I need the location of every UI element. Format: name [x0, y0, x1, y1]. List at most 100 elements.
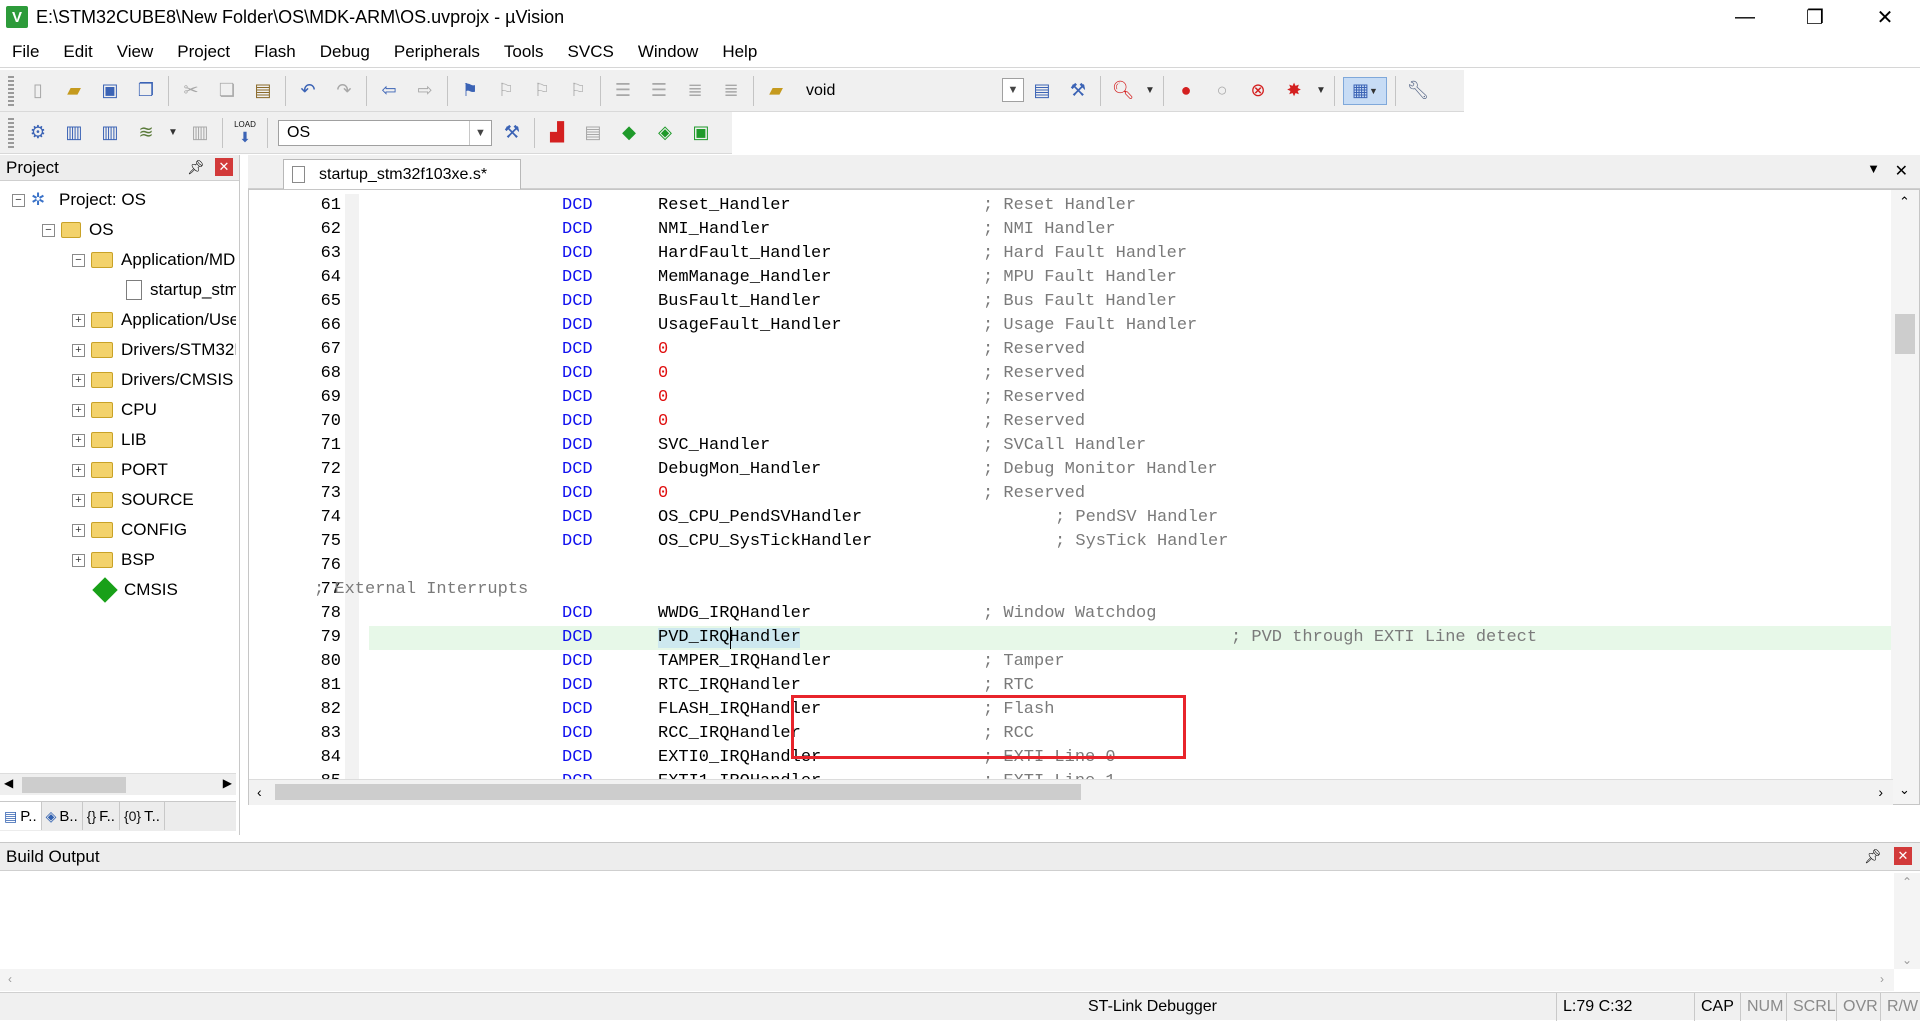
menu-edit[interactable]: Edit: [51, 42, 104, 62]
bookmark-next-icon[interactable]: ⚐: [528, 77, 556, 105]
build-vertical-scrollbar[interactable]: ⌃ ⌄: [1894, 873, 1920, 969]
scroll-left-icon[interactable]: ‹: [8, 972, 12, 986]
save-icon[interactable]: ▣: [96, 77, 124, 105]
scroll-left-icon[interactable]: ‹: [257, 784, 262, 800]
breakpoint-kill-all-icon[interactable]: ⊗: [1244, 77, 1272, 105]
scroll-left-icon[interactable]: ◀: [4, 776, 13, 790]
paste-icon[interactable]: ▤: [249, 77, 277, 105]
collapse-icon[interactable]: −: [42, 223, 55, 237]
expand-icon[interactable]: +: [72, 553, 85, 567]
scrollbar-thumb[interactable]: [275, 784, 1081, 800]
close-icon[interactable]: ✕: [1894, 847, 1912, 865]
expand-icon[interactable]: +: [72, 433, 85, 447]
tree-item-group[interactable]: + LIB: [72, 425, 147, 455]
pack-installer-icon[interactable]: ▣: [687, 119, 715, 147]
undo-icon[interactable]: ↶: [294, 77, 322, 105]
code-line[interactable]: 68 DCD 0 ; Reserved: [249, 362, 1891, 386]
minimize-button[interactable]: —: [1710, 0, 1780, 34]
tree-item-group[interactable]: + SOURCE: [72, 485, 194, 515]
navigate-forward-icon[interactable]: ⇨: [411, 77, 439, 105]
tree-item-group[interactable]: − Application/MDK-ARM: [72, 245, 236, 275]
find-in-files-icon[interactable]: ▰: [762, 77, 790, 105]
open-file-icon[interactable]: ▰: [60, 77, 88, 105]
options-for-target-icon[interactable]: ⚒: [498, 119, 526, 147]
tree-item-group[interactable]: + Drivers/CMSIS: [72, 365, 233, 395]
expand-icon[interactable]: +: [72, 493, 85, 507]
menu-flash[interactable]: Flash: [242, 42, 308, 62]
code-line[interactable]: 66 DCD UsageFault_Handler ; Usage Fault Han…: [249, 314, 1891, 338]
code-line[interactable]: 62 DCD NMI_Handler ; NMI Handler: [249, 218, 1891, 242]
menu-project[interactable]: Project: [165, 42, 242, 62]
tree-item-group[interactable]: + PORT: [72, 455, 168, 485]
comment-icon[interactable]: ≣: [681, 77, 709, 105]
configure-wrench-icon[interactable]: 🔧︎: [1404, 77, 1432, 105]
manage-rte-icon[interactable]: ◆: [615, 119, 643, 147]
chevron-down-icon[interactable]: ▼: [168, 119, 178, 147]
tab-project[interactable]: ▤ P..: [0, 802, 42, 830]
chevron-down-icon[interactable]: ▼: [1316, 77, 1326, 105]
scroll-down-icon[interactable]: ⌄: [1899, 782, 1910, 798]
code-line[interactable]: 67 DCD 0 ; Reserved: [249, 338, 1891, 362]
chevron-down-icon[interactable]: ▼: [1145, 77, 1155, 105]
code-line[interactable]: 73 DCD 0 ; Reserved: [249, 482, 1891, 506]
code-line[interactable]: 69 DCD 0 ; Reserved: [249, 386, 1891, 410]
tree-item-group[interactable]: + CONFIG: [72, 515, 187, 545]
expand-icon[interactable]: +: [72, 463, 85, 477]
tree-item-group[interactable]: + Drivers/STM32F1xx_HAL_Driver: [72, 335, 236, 365]
code-line[interactable]: 71 DCD SVC_Handler ; SVCall Handler: [249, 434, 1891, 458]
bookmark-prev-icon[interactable]: ⚐: [492, 77, 520, 105]
toolbar-grip[interactable]: [8, 117, 14, 148]
cut-icon[interactable]: ✂: [177, 77, 205, 105]
tree-item-group[interactable]: + BSP: [72, 545, 155, 575]
select-software-packs-icon[interactable]: ◈: [651, 119, 679, 147]
collapse-icon[interactable]: −: [72, 253, 85, 267]
new-file-icon[interactable]: ▯: [24, 77, 52, 105]
code-line[interactable]: 74 DCD OS_CPU_PendSVHandler ; PendSV Handle…: [249, 506, 1891, 530]
menu-help[interactable]: Help: [710, 42, 769, 62]
code-line[interactable]: 80 DCD TAMPER_IRQHandler ; Tamper: [249, 650, 1891, 674]
build-icon[interactable]: ▥: [60, 119, 88, 147]
close-tab-icon[interactable]: ✕: [1895, 161, 1908, 181]
scroll-right-icon[interactable]: ›: [1880, 972, 1884, 986]
chevron-down-icon[interactable]: ▼: [469, 120, 491, 145]
scroll-right-icon[interactable]: ›: [1878, 784, 1883, 800]
tree-item-target[interactable]: − OS: [42, 215, 114, 245]
scrollbar-thumb[interactable]: [22, 777, 126, 793]
navigate-back-icon[interactable]: ⇦: [375, 77, 403, 105]
bookmark-toggle-icon[interactable]: ⚑: [456, 77, 484, 105]
code-line[interactable]: 72 DCD DebugMon_Handler ; Debug Monitor Han…: [249, 458, 1891, 482]
code-line[interactable]: 75 DCD OS_CPU_SysTickHandler ; SysTick Hand…: [249, 530, 1891, 554]
expand-icon[interactable]: +: [72, 403, 85, 417]
toolbar-grip[interactable]: [8, 75, 14, 106]
tree-item-group[interactable]: + CPU: [72, 395, 157, 425]
close-window-button[interactable]: ✕: [1850, 0, 1920, 34]
code-line[interactable]: 76: [249, 554, 1891, 578]
tab-functions[interactable]: {} F..: [83, 802, 120, 830]
expand-icon[interactable]: +: [72, 373, 85, 387]
build-output-text[interactable]: [0, 873, 1920, 969]
load-download-icon[interactable]: LOAD ⬇: [231, 119, 259, 147]
tab-startup-file[interactable]: startup_stm32f103xe.s*: [283, 159, 521, 189]
code-line[interactable]: 64 DCD MemManage_Handler ; MPU Fault Handle…: [249, 266, 1891, 290]
menu-window[interactable]: Window: [626, 42, 710, 62]
stop-build-icon[interactable]: ▥: [186, 119, 214, 147]
chevron-down-icon[interactable]: ▼: [1002, 77, 1024, 102]
pin-icon[interactable]: 📌︎: [187, 159, 205, 176]
redo-icon[interactable]: ↷: [330, 77, 358, 105]
tree-horizontal-scrollbar[interactable]: ◀ ▶: [0, 773, 236, 795]
code-line[interactable]: 79 DCDPVD_IRQHandler; PVD through EXTI Li…: [249, 626, 1891, 650]
close-icon[interactable]: ✕: [215, 158, 233, 176]
code-line[interactable]: 70 DCD 0 ; Reserved: [249, 410, 1891, 434]
incremental-find-icon[interactable]: ⚒: [1064, 77, 1092, 105]
pin-icon[interactable]: 📌︎: [1864, 848, 1882, 865]
scroll-right-icon[interactable]: ▶: [223, 776, 232, 790]
maximize-button[interactable]: ❐: [1780, 0, 1850, 34]
breakpoint-insert-icon[interactable]: ●: [1172, 77, 1200, 105]
rebuild-icon[interactable]: ▥: [96, 119, 124, 147]
menu-svcs[interactable]: SVCS: [556, 42, 626, 62]
save-all-icon[interactable]: ❐: [132, 77, 160, 105]
editor-horizontal-scrollbar[interactable]: ‹ ›: [249, 779, 1893, 805]
code-line[interactable]: 63 DCD HardFault_Handler ; Hard Fault Handl…: [249, 242, 1891, 266]
target-select[interactable]: OS ▼: [278, 119, 492, 146]
menu-peripherals[interactable]: Peripherals: [382, 42, 492, 62]
